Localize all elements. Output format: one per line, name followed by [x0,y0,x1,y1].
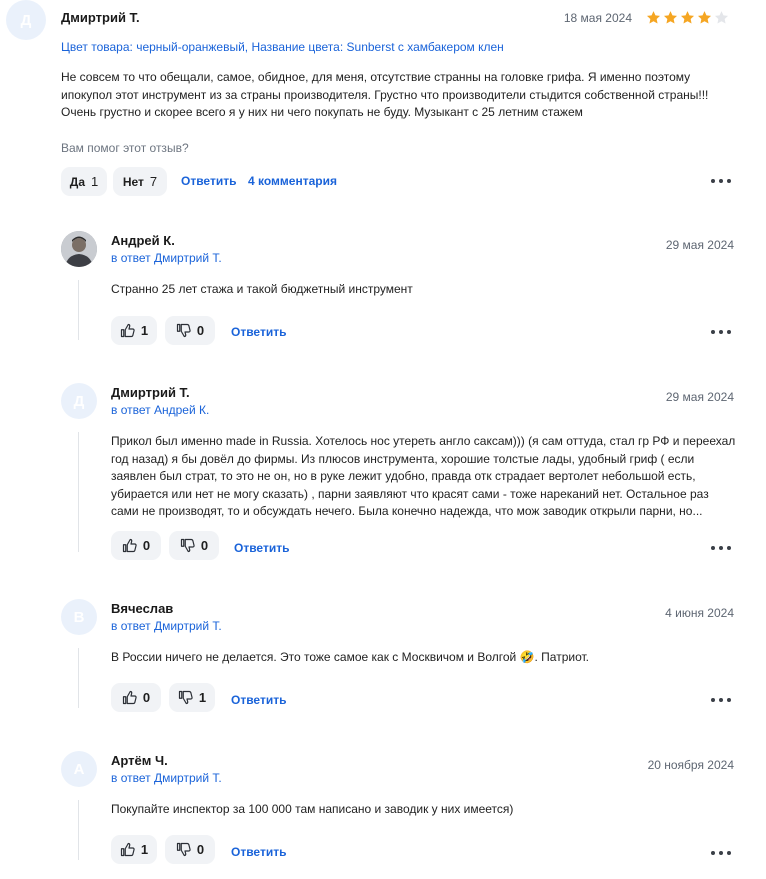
review-reply-button[interactable]: Ответить [181,174,236,188]
review-date: 18 мая 2024 [563,11,632,25]
comment-author[interactable]: Дмиртрий Т. [111,385,190,400]
review-more-icon[interactable] [711,178,731,184]
like-count: 0 [142,538,151,553]
comment-reply-button[interactable]: Ответить [231,325,286,339]
comment-author[interactable]: Андрей К. [111,233,175,248]
like-count: 0 [142,690,151,705]
comment-avatar-letter: А [73,760,85,778]
comment-date: 29 мая 2024 [665,238,734,252]
comment-avatar: Д [61,383,97,419]
comment-author[interactable]: Артём Ч. [111,753,168,768]
thumb-down-icon [176,323,191,338]
comment-reply-button[interactable]: Ответить [231,693,286,707]
thread-line [78,648,79,708]
comment-more-icon[interactable] [711,697,731,703]
review-text: Не совсем то что обещали, самое, обидное… [61,70,709,119]
comment-date: 29 мая 2024 [665,390,734,404]
dislike-count: 1 [198,690,207,705]
thumb-up-icon [120,842,135,857]
star-icon [646,10,661,25]
no-label: Нет [122,174,144,189]
thumb-up-icon [120,323,135,338]
thread-line [78,432,79,552]
thread-line [78,280,79,340]
comment-avatar-letter: В [73,608,85,626]
comment-author[interactable]: Вячеслав [111,601,173,616]
star-icon [663,10,678,25]
like-button[interactable]: 1 [111,316,157,345]
review-author[interactable]: Дмиртрий Т. [61,10,140,25]
helpful-yes-button[interactable]: Да 1 [61,167,107,196]
thumb-down-icon [180,538,195,553]
dislike-button[interactable]: 0 [165,835,215,864]
comments-count-link[interactable]: 4 комментария [248,174,337,188]
like-button[interactable]: 1 [111,835,157,864]
thumb-down-icon [176,842,191,857]
comment-more-icon[interactable] [711,545,731,551]
dislike-button[interactable]: 0 [169,531,219,560]
comment-text: Прикол был именно made in Russia. Хотело… [111,434,736,518]
comment-reply-to[interactable]: в ответ Дмиртрий Т. [111,251,222,265]
yes-count: 1 [91,174,99,189]
comment-avatar-letter: Д [73,392,85,410]
star-icon [680,10,695,25]
comment-reply-button[interactable]: Ответить [234,541,289,555]
user-photo-icon [61,231,97,267]
comment-date: 20 ноября 2024 [647,758,734,772]
comment-avatar: А [61,751,97,787]
rating-stars [646,10,729,25]
dislike-count: 0 [196,842,205,857]
dislike-button[interactable]: 0 [165,316,215,345]
comment-text: В России ничего не делается. Это тоже са… [111,650,589,664]
comment-text: Странно 25 лет стажа и такой бюджетный и… [111,282,413,296]
helpful-no-button[interactable]: Нет 7 [113,167,167,196]
comment-reply-to[interactable]: в ответ Дмиртрий Т. [111,771,222,785]
thread-line [78,800,79,860]
comment-text: Покупайте инспектор за 100 000 там напис… [111,802,514,816]
comment-reply-to[interactable]: в ответ Дмиртрий Т. [111,619,222,633]
like-button[interactable]: 0 [111,683,161,712]
product-variant[interactable]: Цвет товара: черный-оранжевый, Название … [61,40,504,54]
comment-avatar [61,231,97,267]
like-count: 1 [140,842,149,857]
review-avatar-letter: Д [20,11,32,29]
thumb-down-icon [178,690,193,705]
like-count: 1 [140,323,149,338]
no-count: 7 [149,174,158,189]
dislike-count: 0 [196,323,205,338]
helpful-question: Вам помог этот отзыв? [61,141,189,155]
comment-avatar: В [61,599,97,635]
comment-more-icon[interactable] [711,329,731,335]
star-empty-icon [714,10,729,25]
star-icon [697,10,712,25]
comment-reply-button[interactable]: Ответить [231,845,286,859]
dislike-button[interactable]: 1 [169,683,215,712]
like-button[interactable]: 0 [111,531,161,560]
comment-reply-to[interactable]: в ответ Андрей К. [111,403,209,417]
review-avatar: Д [6,0,46,40]
comment-date: 4 июня 2024 [665,606,734,620]
dislike-count: 0 [200,538,209,553]
thumb-up-icon [122,538,137,553]
comment-more-icon[interactable] [711,850,731,856]
yes-label: Да [69,174,85,189]
thumb-up-icon [122,690,137,705]
